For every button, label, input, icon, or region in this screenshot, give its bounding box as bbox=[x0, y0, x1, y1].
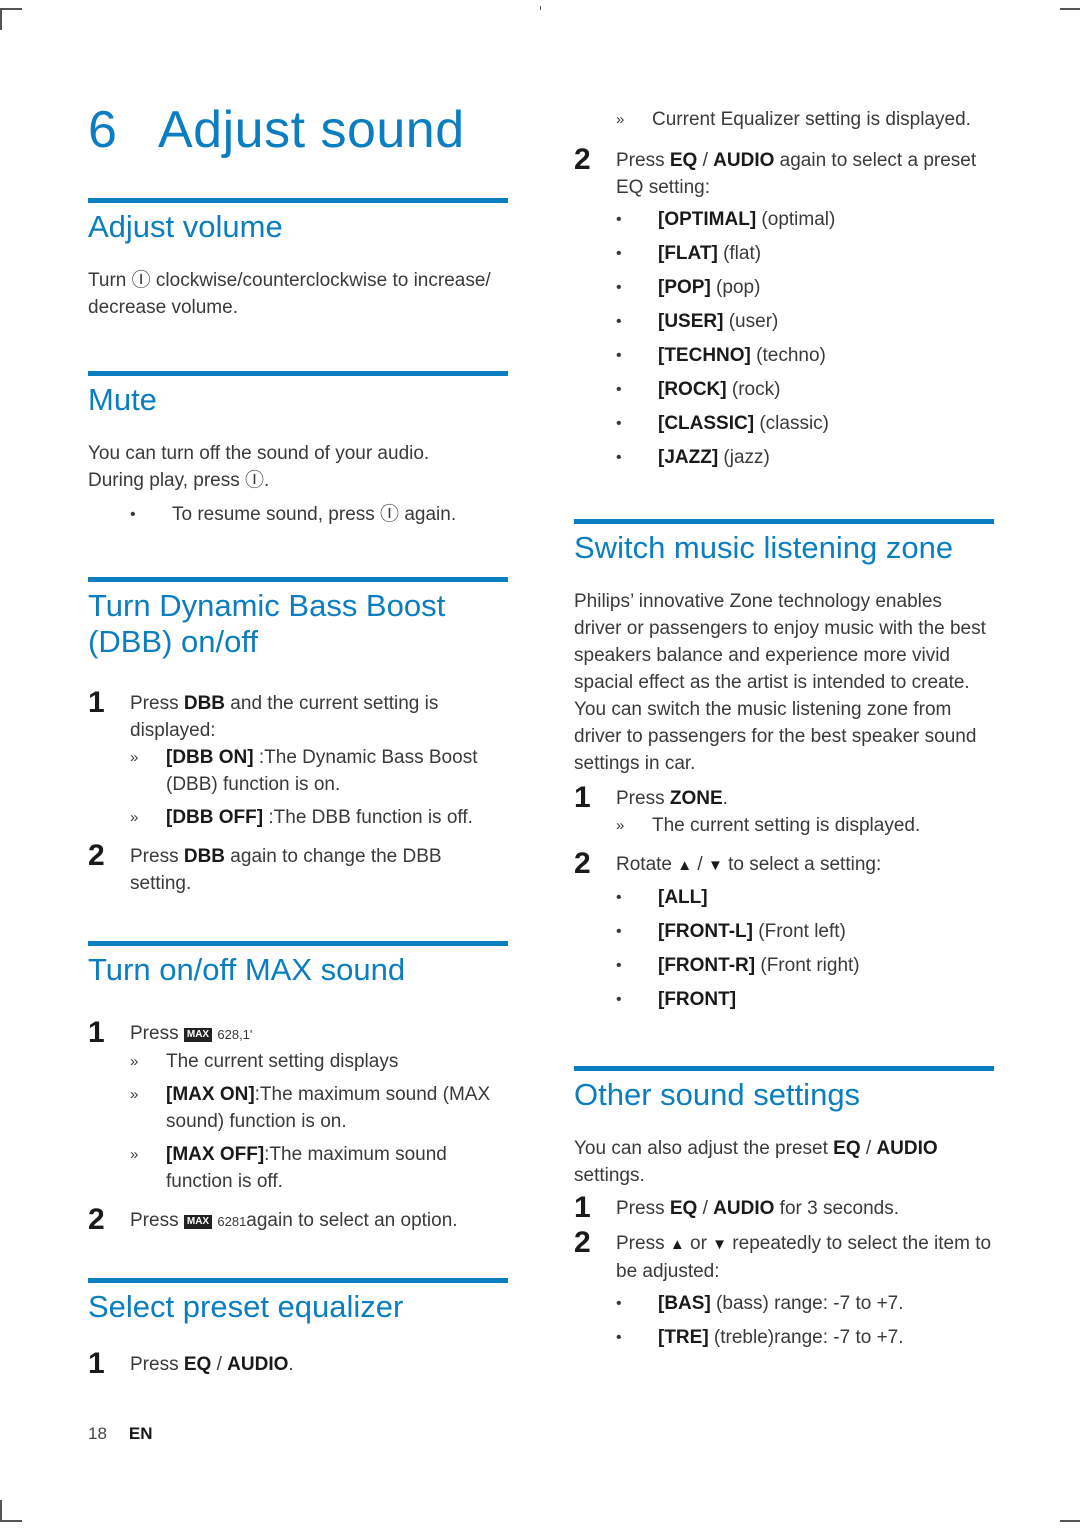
page-footer: 18 EN bbox=[88, 1424, 153, 1444]
list-item: • [CLASSIC] (classic) bbox=[616, 413, 830, 434]
sub-item: » [MAX OFF]:The maximum sound function is… bbox=[130, 1144, 447, 1192]
list-item: • [OPTIMAL] (optimal) bbox=[616, 209, 836, 230]
crop-mark bbox=[0, 1520, 22, 1522]
mute-button-icon: Ⓘ bbox=[380, 504, 400, 525]
eq-options-list: • [OPTIMAL] (optimal) • [FLAT] (flat) • [PO… bbox=[616, 203, 994, 475]
section-title: Select preset equalizer bbox=[88, 1289, 404, 1324]
step-1: 1 Press DBB and the current setting is d… bbox=[88, 686, 508, 831]
section-rule bbox=[574, 519, 994, 524]
step-2: 2 Press EQ / AUDIO again to select a pre… bbox=[574, 143, 977, 198]
mute-button-icon: Ⓘ bbox=[245, 470, 265, 491]
section-rule bbox=[88, 198, 508, 203]
list-item: • [ALL] bbox=[616, 887, 708, 908]
max-button-icon: MAX bbox=[183, 1215, 213, 1229]
section-other-settings: Other sound settings You can also adjust… bbox=[574, 1066, 994, 1355]
section-eq: Select preset equalizer 1 Press EQ / AUD… bbox=[88, 1278, 508, 1380]
section-eq-continued: » Current Equalizer setting is displayed.… bbox=[574, 106, 994, 475]
mute-line1: You can turn off the sound of your audio… bbox=[88, 443, 430, 464]
volume-text: Turn Ⓘ clockwise/counterclockwise to inc… bbox=[88, 270, 491, 318]
volume-knob-icon: Ⓘ bbox=[131, 270, 151, 291]
section-title: Turn on/off MAX sound bbox=[88, 952, 406, 987]
chapter-number: 6 bbox=[88, 101, 118, 159]
section-rule bbox=[88, 371, 508, 376]
list-item: • [POP] (pop) bbox=[616, 277, 761, 298]
section-rule bbox=[88, 1278, 508, 1283]
other-options-list: • [BAS] (bass) range: -7 to +7. • [TRE] (t… bbox=[616, 1287, 994, 1355]
section-rule bbox=[88, 941, 508, 946]
step-2: 2 Rotate ▲ / ▼ to select a setting: bbox=[574, 847, 882, 880]
crop-mark bbox=[1060, 8, 1080, 10]
section-rule bbox=[88, 577, 508, 582]
section-title: Other sound settings bbox=[574, 1077, 861, 1112]
crop-mark bbox=[1060, 1520, 1080, 1522]
section-zone: Switch music listening zone Philips’ inn… bbox=[574, 519, 994, 1017]
list-item: • [ROCK] (rock) bbox=[616, 379, 781, 400]
section-rule bbox=[574, 1066, 994, 1071]
step-1: 1 Press ZONE. » The current setting is di… bbox=[574, 781, 994, 839]
sub-item: » [DBB OFF] :The DBB function is off. bbox=[130, 807, 473, 828]
crop-mark bbox=[0, 8, 2, 30]
up-arrow-icon: ▲ bbox=[669, 1236, 685, 1253]
chapter-title: 6 Adjust sound bbox=[88, 100, 465, 160]
down-arrow-icon: ▼ bbox=[712, 1236, 728, 1253]
step-1: 1 Press MAX 628,1' » The current setting … bbox=[88, 1016, 508, 1195]
other-intro: You can also adjust the preset EQ / AUDI… bbox=[574, 1138, 938, 1186]
zone-options-list: • [ALL] • [FRONT-L] (Front left) • [FRONT-R… bbox=[616, 881, 994, 1017]
list-item: • [FRONT-R] (Front right) bbox=[616, 955, 860, 976]
page-number: 18 bbox=[88, 1424, 107, 1443]
list-item: • [JAZZ] (jazz) bbox=[616, 447, 770, 468]
step-2: 2 Press ▲ or ▼ repeatedly to select the … bbox=[574, 1226, 992, 1282]
sub-item: » The current setting is displayed. bbox=[616, 815, 921, 836]
section-title: Switch music listening zone bbox=[574, 530, 954, 565]
section-title: Mute bbox=[88, 382, 157, 417]
mute-line2: During play, press Ⓘ. bbox=[88, 470, 270, 491]
list-item: • [USER] (user) bbox=[616, 311, 779, 332]
section-adjust-volume: Adjust volume Turn Ⓘ clockwise/countercl… bbox=[88, 198, 508, 321]
sub-item: » [MAX ON]:The maximum sound (MAX sound) … bbox=[130, 1084, 491, 1132]
list-item: • [FRONT] bbox=[616, 989, 737, 1010]
crop-mark bbox=[0, 1500, 2, 1522]
step-2: 2 Press MAX 6281again to select an optio… bbox=[88, 1203, 458, 1236]
language-code: EN bbox=[128, 1424, 153, 1443]
list-item: • [TRE] (treble)range: -7 to +7. bbox=[616, 1327, 904, 1348]
step-2: 2 Press DBB again to change the DBB sett… bbox=[88, 839, 442, 894]
crop-mark bbox=[0, 8, 22, 10]
sub-item: » Current Equalizer setting is displayed. bbox=[616, 109, 971, 130]
max-button-icon: MAX bbox=[183, 1028, 213, 1042]
bullet-icon: • bbox=[130, 506, 136, 523]
sub-item: » The current setting displays bbox=[130, 1051, 399, 1072]
section-title: Turn Dynamic Bass Boost (DBB) on/off bbox=[88, 588, 446, 659]
list-item: • To resume sound, press Ⓘ again. bbox=[130, 498, 508, 532]
sub-item: » [DBB ON] :The Dynamic Bass Boost (DBB) … bbox=[130, 747, 478, 795]
section-mute: Mute You can turn off the sound of your … bbox=[88, 371, 508, 532]
crop-mark bbox=[540, 6, 541, 10]
list-item: • [BAS] (bass) range: -7 to +7. bbox=[616, 1293, 904, 1314]
chapter-title-text: Adjust sound bbox=[158, 101, 465, 159]
section-title: Adjust volume bbox=[88, 209, 283, 244]
section-max-sound: Turn on/off MAX sound 1 Press MAX 628,1'… bbox=[88, 941, 508, 1236]
list-item: • [FLAT] (flat) bbox=[616, 243, 762, 264]
section-dbb: Turn Dynamic Bass Boost (DBB) on/off 1 P… bbox=[88, 577, 508, 897]
step-1: 1 Press EQ / AUDIO for 3 seconds. bbox=[574, 1191, 900, 1224]
up-arrow-icon: ▲ bbox=[677, 857, 693, 874]
step-1: 1 Press EQ / AUDIO. bbox=[88, 1347, 294, 1380]
list-item: • [TECHNO] (techno) bbox=[616, 345, 826, 366]
list-item: • [FRONT-L] (Front left) bbox=[616, 921, 846, 942]
down-arrow-icon: ▼ bbox=[707, 857, 723, 874]
zone-intro: Philips’ innovative Zone technology enab… bbox=[574, 591, 986, 774]
